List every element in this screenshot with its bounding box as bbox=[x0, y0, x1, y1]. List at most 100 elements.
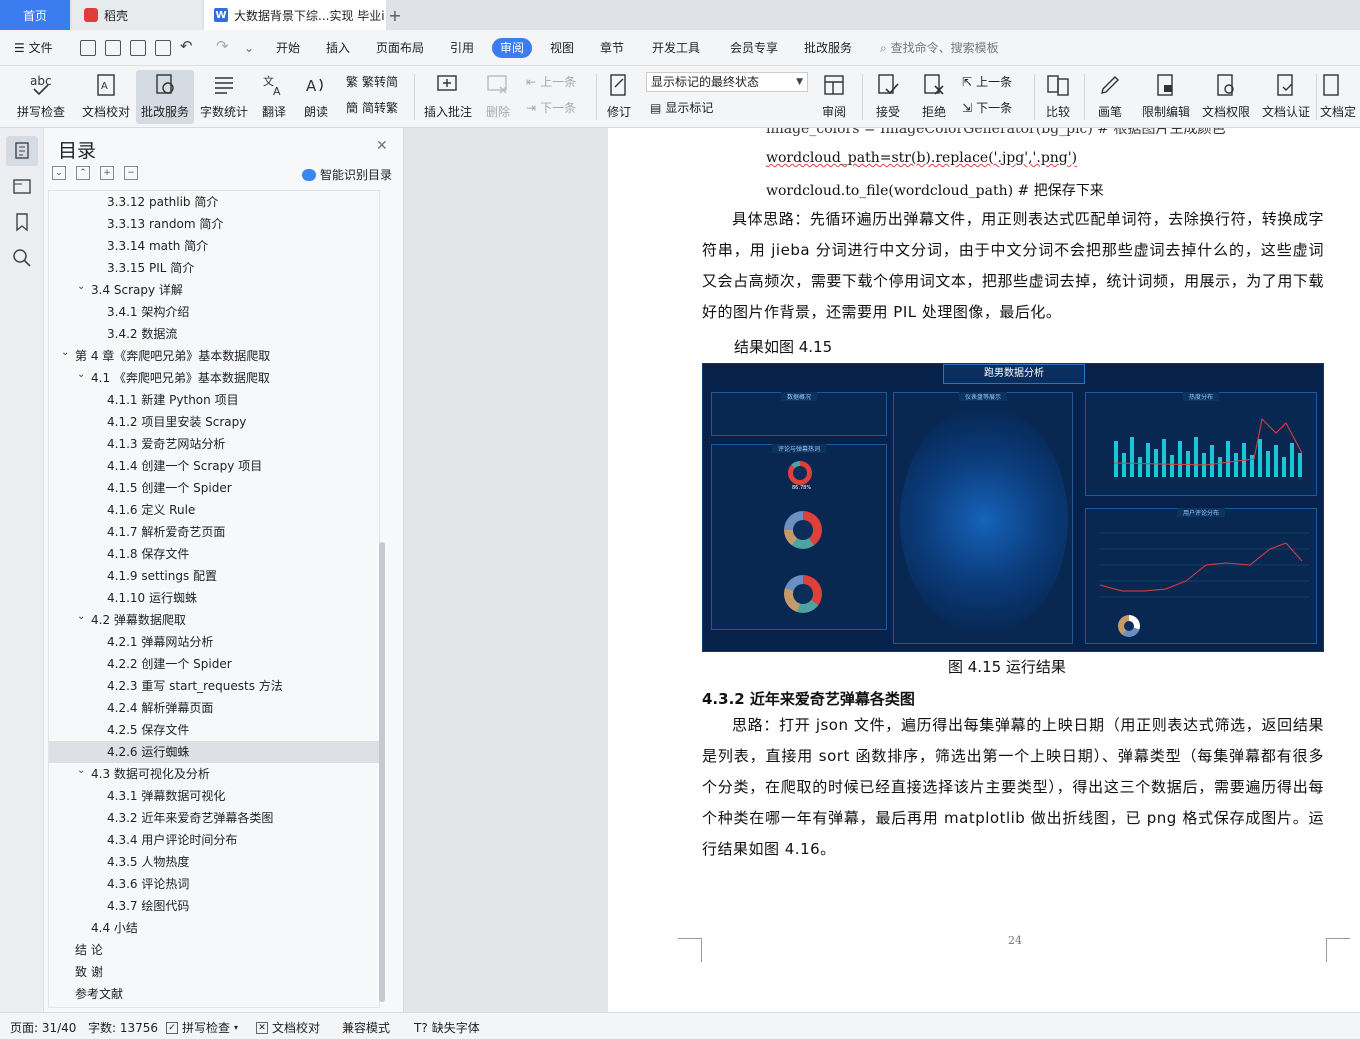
close-icon[interactable]: ✕ bbox=[376, 138, 388, 154]
toc-item[interactable]: 4.3.2 近年来爱奇艺弹幕各类图 bbox=[49, 807, 379, 829]
chevron-down-icon[interactable]: ⌄ bbox=[77, 760, 85, 782]
toc-item[interactable]: 4.1.3 爱奇艺网站分析 bbox=[49, 433, 379, 455]
delete-comment-button[interactable]: 删除 bbox=[480, 70, 516, 124]
menu-page-layout[interactable]: 页面布局 bbox=[376, 38, 424, 58]
toc-item[interactable]: 4.2.1 弹幕网站分析 bbox=[49, 631, 379, 653]
collapse-all-icon[interactable]: ⌃ bbox=[76, 166, 90, 180]
menu-member[interactable]: 会员专享 bbox=[730, 38, 778, 58]
toc-item[interactable]: ⌄ 3.4 Scrapy 详解 bbox=[49, 279, 379, 301]
tab-daoke[interactable]: 稻壳 bbox=[72, 0, 202, 30]
pen-button[interactable]: 画笔 bbox=[1090, 70, 1130, 124]
search-icon[interactable] bbox=[12, 248, 32, 268]
toc-item[interactable]: 3.4.2 数据流 bbox=[49, 323, 379, 345]
toc-item[interactable]: 致 谢 bbox=[49, 961, 379, 983]
toc-item[interactable]: 4.1.9 settings 配置 bbox=[49, 565, 379, 587]
word-count-button[interactable]: 字数统计 bbox=[198, 70, 250, 124]
next-change-button[interactable]: ⇲ 下一条 bbox=[962, 98, 1012, 118]
chevron-down-icon[interactable]: ⌄ bbox=[77, 606, 85, 628]
toc-item[interactable]: 4.2.4 解析弹幕页面 bbox=[49, 697, 379, 719]
doc-permission-button[interactable]: 文档权限 bbox=[1198, 70, 1254, 124]
toc-item[interactable]: 4.4 小结 bbox=[49, 917, 379, 939]
chevron-down-icon[interactable]: ⌄ bbox=[77, 364, 85, 386]
redo-icon[interactable]: ↷ bbox=[216, 36, 229, 56]
new-tab-button[interactable]: + bbox=[386, 0, 404, 30]
smart-toc-button[interactable]: 智能识别目录 bbox=[302, 166, 392, 183]
toc-item[interactable]: 4.2.3 重写 start_requests 方法 bbox=[49, 675, 379, 697]
menu-references[interactable]: 引用 bbox=[450, 38, 474, 58]
trad-to-simp-button[interactable]: 繁繁转简 bbox=[346, 72, 398, 92]
page-indicator[interactable]: 页面: 31/40 bbox=[10, 1019, 76, 1036]
remove-heading-icon[interactable]: − bbox=[124, 166, 138, 180]
next-comment-button[interactable]: ⇥ 下一条 bbox=[526, 98, 576, 118]
reject-button[interactable]: 拒绝 bbox=[914, 70, 954, 124]
toc-item[interactable]: ⌄ 4.1 《奔爬吧兄弟》基本数据爬取 bbox=[49, 367, 379, 389]
toc-item[interactable]: 3.3.13 random 简介 bbox=[49, 213, 379, 235]
toc-item[interactable]: 4.2.5 保存文件 bbox=[49, 719, 379, 741]
toc-item[interactable]: 4.1.1 新建 Python 项目 bbox=[49, 389, 379, 411]
expand-all-icon[interactable]: ⌄ bbox=[52, 166, 66, 180]
toc-item[interactable]: 4.2.2 创建一个 Spider bbox=[49, 653, 379, 675]
menu-start[interactable]: 开始 bbox=[276, 38, 300, 58]
toc-item[interactable]: 4.2.6 运行蜘蛛 bbox=[49, 741, 379, 763]
spellcheck-button[interactable]: abc 拼写检查 bbox=[10, 70, 72, 124]
add-heading-icon[interactable]: + bbox=[100, 166, 114, 180]
tab-document[interactable]: W 大数据背景下综...实现 毕业i bbox=[204, 0, 386, 30]
toc-item[interactable]: 3.4.1 架构介绍 bbox=[49, 301, 379, 323]
accept-button[interactable]: 接受 bbox=[868, 70, 908, 124]
save-icon[interactable] bbox=[80, 40, 96, 56]
command-search[interactable]: ⌕ 查找命令、搜索模板 bbox=[880, 38, 999, 58]
missing-font-status[interactable]: T? 缺失字体 bbox=[414, 1019, 480, 1036]
menu-view[interactable]: 视图 bbox=[550, 38, 574, 58]
toc-item[interactable]: 结 论 bbox=[49, 939, 379, 961]
toc-item[interactable]: 3.3.12 pathlib 简介 bbox=[49, 191, 379, 213]
undo-icon[interactable]: ↶ bbox=[180, 36, 193, 56]
insert-comment-button[interactable]: 插入批注 bbox=[420, 70, 476, 124]
toc-item[interactable]: 4.3.6 评论热词 bbox=[49, 873, 379, 895]
read-aloud-button[interactable]: A 朗读 bbox=[298, 70, 334, 124]
word-count-indicator[interactable]: 字数: 13756 bbox=[88, 1019, 158, 1036]
chevron-down-icon[interactable]: ⌄ bbox=[77, 276, 85, 298]
restrict-edit-button[interactable]: 限制编辑 bbox=[1138, 70, 1194, 124]
toc-item[interactable]: 4.1.7 解析爱奇艺页面 bbox=[49, 521, 379, 543]
track-changes-button[interactable]: 修订 bbox=[600, 70, 638, 124]
tab-home[interactable]: 首页 bbox=[0, 0, 70, 30]
bookmark-icon[interactable] bbox=[12, 212, 32, 232]
markup-state-select[interactable]: 显示标记的最终状态 ▼ bbox=[646, 72, 808, 92]
proof-status[interactable]: ✕ 文档校对 bbox=[256, 1019, 320, 1036]
toc-item[interactable]: 4.1.4 创建一个 Scrapy 项目 bbox=[49, 455, 379, 477]
toc-item[interactable]: ⌄ 第 4 章《奔爬吧兄弟》基本数据爬取 bbox=[49, 345, 379, 367]
chapter-nav-icon[interactable] bbox=[12, 176, 32, 196]
spellcheck-status[interactable]: ✓ 拼写检查 ▾ bbox=[166, 1019, 238, 1036]
menu-chapter[interactable]: 章节 bbox=[600, 38, 624, 58]
prev-change-button[interactable]: ⇱ 上一条 bbox=[962, 72, 1012, 92]
export-pdf-icon[interactable] bbox=[105, 40, 121, 56]
chevron-down-icon[interactable]: ⌄ bbox=[61, 342, 69, 364]
toc-item[interactable]: 4.3.5 人物热度 bbox=[49, 851, 379, 873]
print-preview-icon[interactable] bbox=[155, 40, 171, 56]
toc-item[interactable]: 3.3.14 math 简介 bbox=[49, 235, 379, 257]
toc-scrollbar[interactable] bbox=[379, 542, 385, 1002]
menu-review[interactable]: 审阅 bbox=[492, 38, 533, 58]
menu-developer[interactable]: 开发工具 bbox=[652, 38, 700, 58]
compare-button[interactable]: 比较 bbox=[1038, 70, 1078, 124]
toc-item[interactable]: ⌄ 4.3 数据可视化及分析 bbox=[49, 763, 379, 785]
toc-item[interactable]: 参考文献 bbox=[49, 983, 379, 1005]
simp-to-trad-button[interactable]: 簡简转繁 bbox=[346, 98, 398, 118]
more-icon[interactable]: ⌄ bbox=[244, 38, 254, 58]
doc-auth-button[interactable]: 文档认证 bbox=[1258, 70, 1314, 124]
menu-insert[interactable]: 插入 bbox=[326, 38, 350, 58]
toc-item[interactable]: 3.3.15 PIL 简介 bbox=[49, 257, 379, 279]
toc-item[interactable]: 4.1.10 运行蜘蛛 bbox=[49, 587, 379, 609]
toc-item[interactable]: 4.1.5 创建一个 Spider bbox=[49, 477, 379, 499]
toc-item[interactable]: 4.3.4 用户评论时间分布 bbox=[49, 829, 379, 851]
doc-final-button[interactable]: 文档定 bbox=[1320, 70, 1360, 124]
toc-item[interactable]: 4.1.2 项目里安装 Scrapy bbox=[49, 411, 379, 433]
toc-item[interactable]: 4.1.8 保存文件 bbox=[49, 543, 379, 565]
doc-proof-button[interactable]: A 文档校对 bbox=[78, 70, 134, 124]
menu-file[interactable]: ☰ 文件 bbox=[14, 38, 53, 58]
toc-item[interactable]: 4.3.7 绘图代码 bbox=[49, 895, 379, 917]
compat-mode-status[interactable]: 兼容模式 bbox=[342, 1019, 390, 1036]
prev-comment-button[interactable]: ⇤ 上一条 bbox=[526, 72, 576, 92]
menu-revise-service[interactable]: 批改服务 bbox=[804, 38, 852, 58]
toc-item[interactable]: ⌄ 4.2 弹幕数据爬取 bbox=[49, 609, 379, 631]
